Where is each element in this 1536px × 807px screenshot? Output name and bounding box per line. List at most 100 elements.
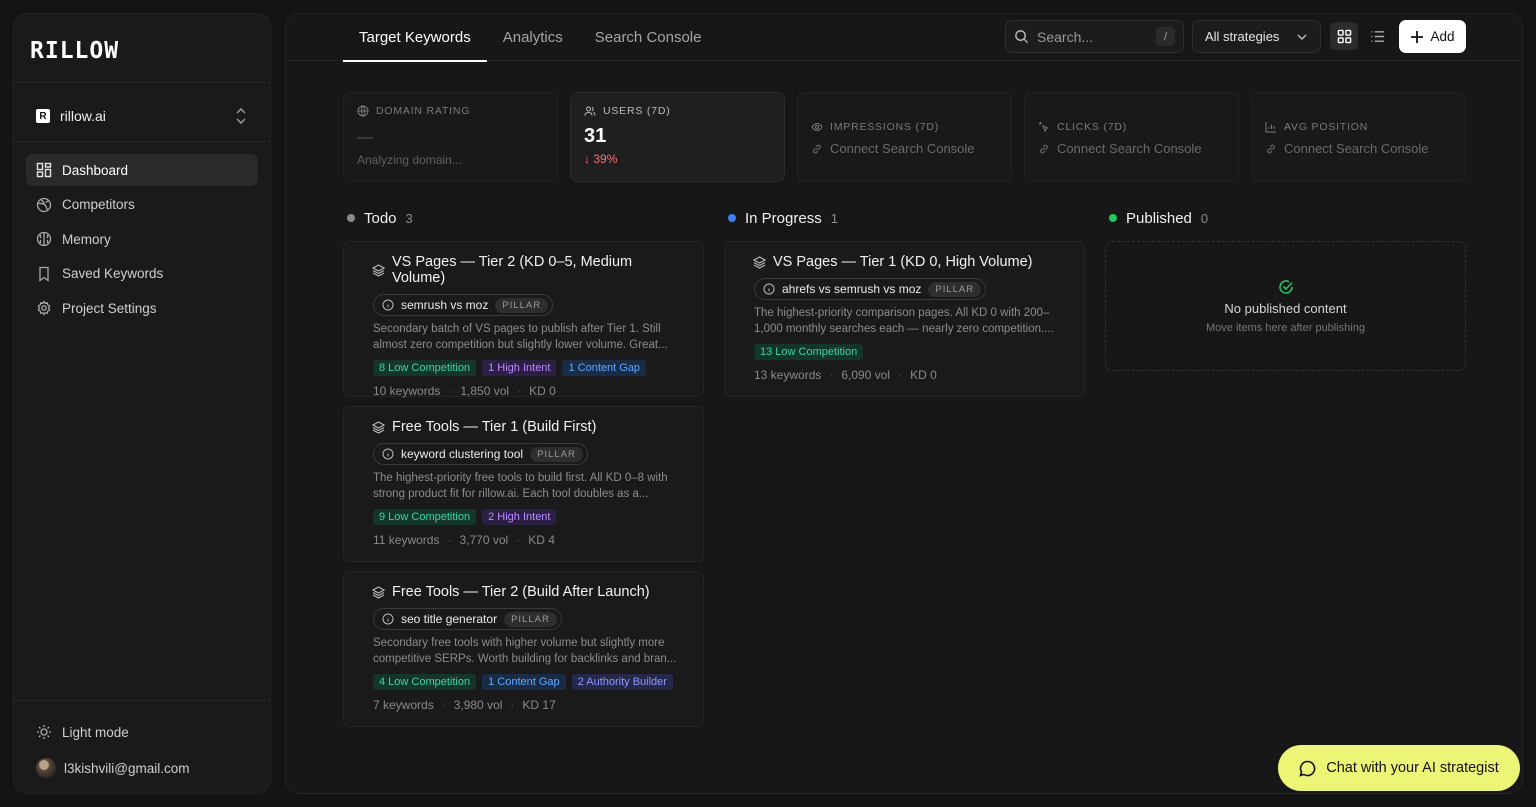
column-header: Published 0 <box>1109 206 1466 230</box>
keyword-difficulty: KD 0 <box>910 368 937 382</box>
sidebar-item-saved-keywords[interactable]: Saved Keywords <box>26 258 258 290</box>
project-icon: R <box>36 109 50 123</box>
pillar-keyword-text: keyword clustering tool <box>401 447 524 461</box>
grid-view-button[interactable] <box>1330 22 1358 50</box>
column-published: Published 0 No published content Move it… <box>1105 206 1466 371</box>
card-title: VS Pages — Tier 2 (KD 0–5, Medium Volume… <box>391 254 633 286</box>
sidebar-item-label: Competitors <box>62 197 135 212</box>
search-box: / <box>1005 20 1184 53</box>
chat-button-label: Chat with your AI strategist <box>1326 760 1499 776</box>
search-input[interactable] <box>1037 28 1156 45</box>
dashboard-icon <box>36 162 52 178</box>
tag-high-intent: 1 High Intent <box>482 360 557 376</box>
keyword-difficulty: KD 0 <box>529 384 556 398</box>
strategy-card[interactable]: Free Tools — Tier 2 (Build After Launch)… <box>343 571 704 727</box>
user-email: l3kishvili@gmail.com <box>64 760 190 776</box>
connect-label: Connect Search Console <box>830 141 975 156</box>
keyword-difficulty: KD 4 <box>528 533 555 547</box>
stat-label: AVG POSITION <box>1284 121 1369 133</box>
tab-target-keywords[interactable]: Target Keywords <box>343 14 487 62</box>
strategy-filter-value: All strategies <box>1205 29 1280 44</box>
column-count: 0 <box>1200 210 1209 226</box>
sidebar-nav: Dashboard Competitors Memory Saved Keywo… <box>26 154 258 327</box>
globe-icon <box>357 105 369 117</box>
tag-low-competition: 9 Low Competition <box>373 509 477 525</box>
sidebar-divider <box>14 82 270 83</box>
main-panel: Target Keywords Analytics Search Console… <box>285 13 1523 794</box>
description-line: Secondary batch of VS pages to publish a… <box>373 323 661 335</box>
keyword-count: 13 keywords <box>754 368 822 382</box>
strategy-card[interactable]: VS Pages — Tier 2 (KD 0–5, Medium Volume… <box>343 241 704 398</box>
strategy-filter-dropdown[interactable]: All strategies <box>1192 20 1321 53</box>
globe-icon <box>36 197 52 212</box>
pillar-keyword-text: ahrefs vs semrush vs moz <box>782 282 922 296</box>
cursor-click-icon <box>1039 122 1050 133</box>
strategy-card[interactable]: VS Pages — Tier 1 (KD 0, High Volume) ah… <box>724 241 1085 397</box>
column-header: In Progress 1 <box>728 206 1085 230</box>
layers-icon <box>753 255 766 269</box>
status-dot <box>347 214 355 222</box>
chevron-down-icon <box>1297 33 1307 40</box>
info-icon <box>382 448 394 460</box>
sidebar-item-project-settings[interactable]: Project Settings <box>26 292 258 324</box>
sidebar-item-memory[interactable]: Memory <box>26 223 258 255</box>
sidebar: RILLOW R rillow.ai Dashboard Competitors… <box>13 13 271 794</box>
tab-search-console[interactable]: Search Console <box>579 14 718 61</box>
add-button[interactable]: Add <box>1399 20 1466 53</box>
search-icon <box>1015 30 1029 44</box>
sidebar-item-dashboard[interactable]: Dashboard <box>26 154 258 186</box>
chat-ai-strategist-button[interactable]: Chat with your AI strategist <box>1278 745 1520 791</box>
connect-search-console-link[interactable]: Connect Search Console <box>1265 141 1452 156</box>
sidebar-footer: Light mode l3kishvili@gmail.com <box>26 714 258 786</box>
tag-low-competition: 8 Low Competition <box>373 360 477 376</box>
stat-label: IMPRESSIONS (7D) <box>830 121 940 133</box>
keyword-difficulty: KD 17 <box>522 698 556 712</box>
bookmark-icon <box>39 266 49 282</box>
empty-subtitle: Move items here after publishing <box>1206 321 1365 334</box>
pillar-badge: PILLAR <box>504 611 557 627</box>
pillar-keyword[interactable]: ahrefs vs semrush vs moz PILLAR <box>754 278 987 300</box>
project-switcher[interactable]: R rillow.ai <box>26 98 258 134</box>
list-icon <box>1370 30 1384 42</box>
card-description: Secondary batch of VS pages to publish a… <box>373 322 691 353</box>
grid-icon <box>1337 29 1351 43</box>
sidebar-item-competitors[interactable]: Competitors <box>26 189 258 221</box>
strategy-card[interactable]: Free Tools — Tier 1 (Build First) keywor… <box>343 406 704 562</box>
stat-avg-position: AVG POSITION Connect Search Console <box>1251 92 1466 182</box>
list-view-button[interactable] <box>1363 22 1391 50</box>
stat-sub: Analyzing domain... <box>357 153 462 167</box>
top-bar: Target Keywords Analytics Search Console… <box>286 14 1522 62</box>
pillar-keyword[interactable]: semrush vs moz PILLAR <box>373 294 554 316</box>
search-shortcut-hint: / <box>1156 27 1175 46</box>
column-count: 1 <box>830 210 838 226</box>
pillar-keyword[interactable]: keyword clustering tool PILLAR <box>373 443 588 465</box>
stat-value: — <box>357 129 373 146</box>
app-logo[interactable]: RILLOW <box>30 38 119 64</box>
empty-dropzone[interactable]: No published content Move items here aft… <box>1105 241 1466 371</box>
pillar-badge: PILLAR <box>495 297 549 313</box>
sidebar-item-label: Saved Keywords <box>62 266 164 281</box>
arrow-down-icon: ↓ <box>584 152 590 166</box>
keyword-count: 7 keywords <box>373 698 434 712</box>
stat-delta-value: 39% <box>593 152 618 166</box>
card-meta: 7 keywords · 3,980 vol · KD 17 <box>373 698 556 712</box>
tab-analytics[interactable]: Analytics <box>487 14 579 61</box>
avatar <box>36 758 56 778</box>
stat-clicks: CLICKS (7D) Connect Search Console <box>1024 92 1239 182</box>
tag-high-intent: 2 High Intent <box>482 509 557 525</box>
status-dot <box>1109 214 1117 222</box>
pillar-keyword[interactable]: seo title generator PILLAR <box>373 608 562 630</box>
user-account[interactable]: l3kishvili@gmail.com <box>26 750 258 786</box>
volume: 3,770 vol <box>459 533 509 547</box>
column-in-progress: In Progress 1 VS Pages — Tier 1 (KD 0, H… <box>724 206 1085 406</box>
stat-users[interactable]: USERS (7D) 31 ↓ 39% <box>570 92 785 182</box>
stats-row: DOMAIN RATING — Analyzing domain... USER… <box>343 92 1466 182</box>
light-mode-toggle[interactable]: Light mode <box>26 714 258 750</box>
chat-bubble-icon <box>1299 760 1316 777</box>
layers-icon <box>372 263 385 277</box>
connect-search-console-link[interactable]: Connect Search Console <box>1038 141 1225 156</box>
empty-title: No published content <box>1224 300 1347 316</box>
connect-search-console-link[interactable]: Connect Search Console <box>811 141 998 156</box>
pillar-keyword-text: seo title generator <box>401 612 498 626</box>
sidebar-item-label: Project Settings <box>62 300 157 316</box>
